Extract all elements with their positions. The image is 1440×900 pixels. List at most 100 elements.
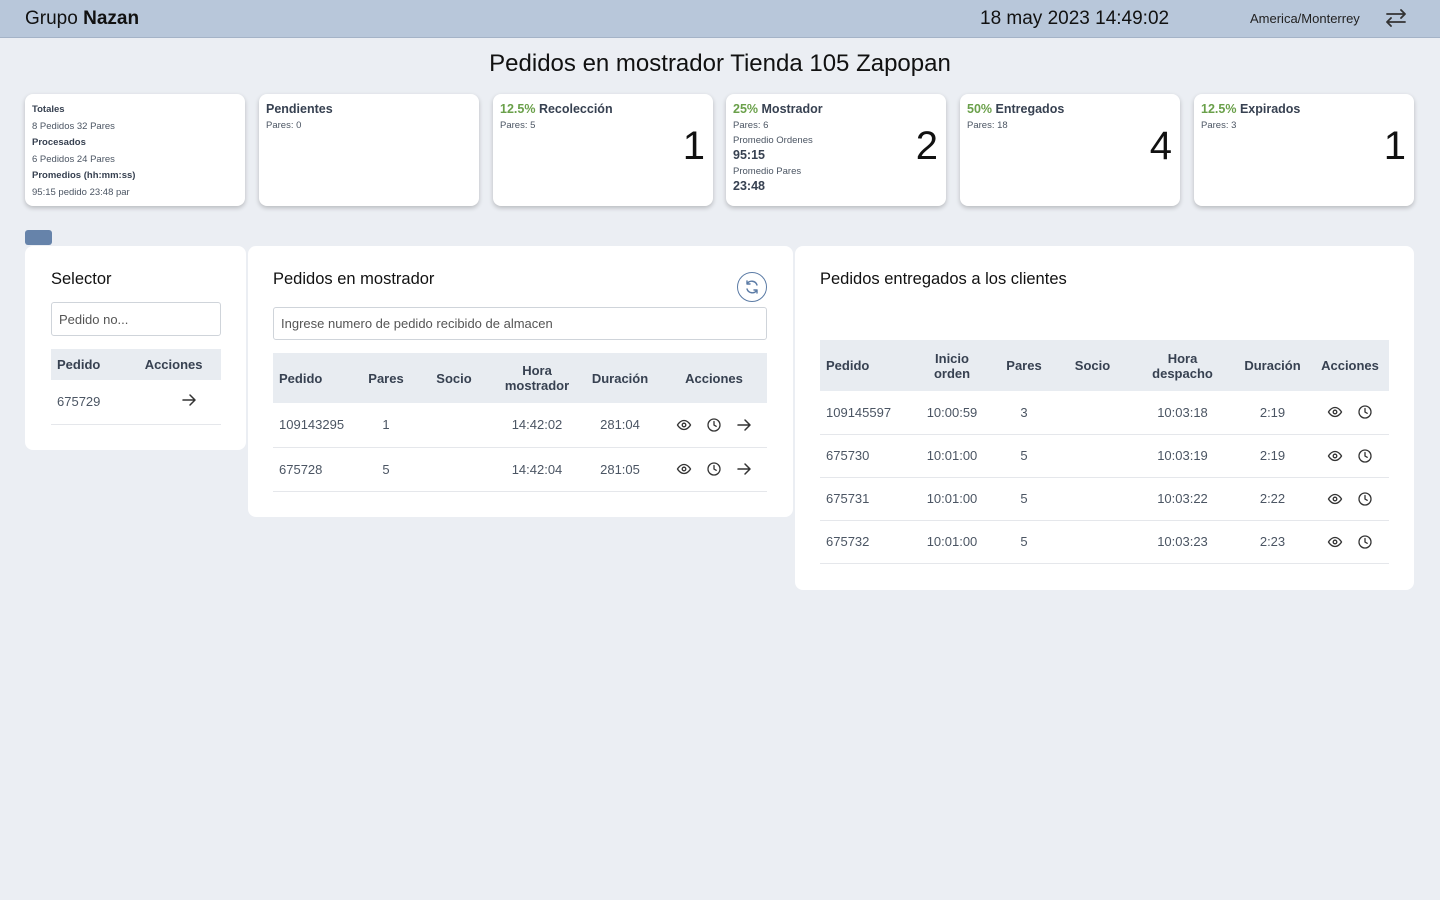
pendientes-pares: Pares: 0	[266, 120, 302, 131]
col-pedido: Pedido	[273, 353, 359, 403]
table-row[interactable]: 109143295 1 14:42:02 281:04	[273, 403, 767, 448]
inicio-cell: 10:01:00	[910, 434, 994, 478]
eye-icon[interactable]	[1327, 448, 1343, 464]
acciones-cell	[1311, 520, 1389, 564]
col-duracion: Duración	[579, 353, 661, 403]
recoleccion-pct: 12.5%	[500, 102, 536, 116]
pedido-cell: 109145597	[820, 391, 910, 435]
toggle-button[interactable]	[25, 230, 52, 245]
clock-icon[interactable]	[706, 461, 722, 477]
totales-value: 8 Pedidos 32 Pares	[32, 120, 115, 132]
col-pares: Pares	[359, 353, 413, 403]
entregados-panel-title: Pedidos entregados a los clientes	[820, 270, 1067, 288]
eye-icon[interactable]	[676, 461, 692, 477]
pares-cell: 5	[994, 434, 1054, 478]
eye-icon[interactable]	[1327, 491, 1343, 507]
col-pedido: Pedido	[820, 340, 910, 391]
arrow-right-icon[interactable]	[181, 392, 197, 408]
promedio-pares-value: 23:48	[733, 179, 765, 193]
pedido-almacen-input[interactable]	[273, 307, 767, 340]
selector-table: Pedido Acciones 675729	[51, 349, 221, 425]
mostrador-pares: Pares: 6	[733, 120, 769, 131]
entregados-pares: Pares: 18	[967, 120, 1008, 131]
col-inicio-orden: Inicio orden	[910, 340, 994, 391]
pendientes-card[interactable]: Pendientes Pares: 0	[259, 94, 479, 206]
duracion-cell: 2:19	[1234, 434, 1311, 478]
acciones-cell	[126, 380, 221, 425]
pedido-cell: 109143295	[273, 403, 359, 448]
swap-arrows-icon[interactable]	[1384, 7, 1408, 29]
col-socio: Socio	[413, 353, 495, 403]
col-hora-despacho: Hora despacho	[1131, 340, 1234, 391]
acciones-cell	[1311, 391, 1389, 435]
duracion-cell: 2:22	[1234, 477, 1311, 521]
pedido-cell: 675732	[820, 520, 910, 564]
expirados-card[interactable]: 12.5% Expirados Pares: 3 1	[1194, 94, 1414, 206]
page-title: Pedidos en mostrador Tienda 105 Zapopan	[489, 50, 951, 77]
totales-label: Totales	[32, 104, 65, 115]
eye-icon[interactable]	[1327, 534, 1343, 550]
refresh-button[interactable]	[737, 272, 767, 302]
clock-icon[interactable]	[1357, 404, 1373, 420]
socio-cell	[1054, 391, 1131, 435]
entregados-card[interactable]: 50% Entregados Pares: 18 4	[960, 94, 1180, 206]
datetime-display: 18 may 2023 14:49:02	[980, 8, 1170, 29]
socio-cell	[413, 447, 495, 492]
duracion-cell: 281:05	[579, 447, 661, 492]
inicio-cell: 10:00:59	[910, 391, 994, 435]
table-row[interactable]: 109145597 10:00:59 3 10:03:18 2:19	[820, 391, 1389, 435]
promedios-label: Promedios (hh:mm:ss)	[32, 170, 136, 181]
hora-cell: 10:03:23	[1131, 520, 1234, 564]
socio-cell	[1054, 434, 1131, 478]
mostrador-table: Pedido Pares Socio Hora mostrador Duraci…	[273, 353, 767, 492]
recoleccion-title: Recolección	[538, 102, 613, 116]
pares-cell: 3	[994, 391, 1054, 435]
col-acciones: Acciones	[661, 353, 767, 403]
pedido-cell: 675728	[273, 447, 359, 492]
col-hora-mostrador: Hora mostrador	[495, 353, 579, 403]
acciones-cell	[1311, 434, 1389, 478]
socio-cell	[1054, 477, 1131, 521]
eye-icon[interactable]	[676, 417, 692, 433]
col-socio: Socio	[1054, 340, 1131, 391]
table-row[interactable]: 675732 10:01:00 5 10:03:23 2:23	[820, 520, 1389, 564]
pedido-cell: 675730	[820, 434, 910, 478]
brand-name: Nazan	[83, 8, 140, 29]
mostrador-card[interactable]: 25% Mostrador Pares: 6 Promedio Ordenes …	[726, 94, 946, 206]
duracion-cell: 2:19	[1234, 391, 1311, 435]
clock-icon[interactable]	[1357, 491, 1373, 507]
mostrador-pct: 25%	[733, 102, 759, 116]
table-row[interactable]: 675728 5 14:42:04 281:05	[273, 447, 767, 492]
expirados-count: 1	[1383, 124, 1406, 168]
table-row[interactable]: 675730 10:01:00 5 10:03:19 2:19	[820, 434, 1389, 478]
clock-icon[interactable]	[706, 417, 722, 433]
selector-title: Selector	[51, 270, 112, 288]
promedios-value: 95:15 pedido 23:48 par	[32, 186, 130, 198]
timezone-label: America/Monterrey	[1250, 11, 1360, 26]
acciones-cell	[661, 447, 767, 492]
acciones-cell	[661, 403, 767, 448]
recoleccion-pares: Pares: 5	[500, 120, 536, 131]
arrow-right-icon[interactable]	[736, 461, 752, 477]
entregados-pct: 50%	[967, 102, 993, 116]
promedio-ordenes-label: Promedio Ordenes	[733, 135, 813, 146]
pares-cell: 5	[994, 520, 1054, 564]
procesados-label: Procesados	[32, 137, 86, 148]
eye-icon[interactable]	[1327, 404, 1343, 420]
pedido-search-input[interactable]	[51, 302, 221, 336]
totals-card: Totales 8 Pedidos 32 Pares Procesados 6 …	[25, 94, 245, 206]
clock-icon[interactable]	[1357, 534, 1373, 550]
brand-logo[interactable]: Grupo Nazan	[25, 8, 139, 30]
arrow-right-icon[interactable]	[736, 417, 752, 433]
selector-panel: Selector Pedido Acciones 675729	[25, 246, 246, 450]
clock-icon[interactable]	[1357, 448, 1373, 464]
socio-cell	[413, 403, 495, 448]
pendientes-title: Pendientes	[266, 102, 333, 116]
acciones-cell	[1311, 477, 1389, 521]
inicio-cell: 10:01:00	[910, 477, 994, 521]
table-row[interactable]: 675729	[51, 380, 221, 425]
table-row[interactable]: 675731 10:01:00 5 10:03:22 2:22	[820, 477, 1389, 521]
hora-cell: 14:42:04	[495, 447, 579, 492]
top-bar: Grupo Nazan 18 may 2023 14:49:02 America…	[0, 0, 1440, 38]
recoleccion-card[interactable]: 12.5% Recolección Pares: 5 1	[493, 94, 713, 206]
